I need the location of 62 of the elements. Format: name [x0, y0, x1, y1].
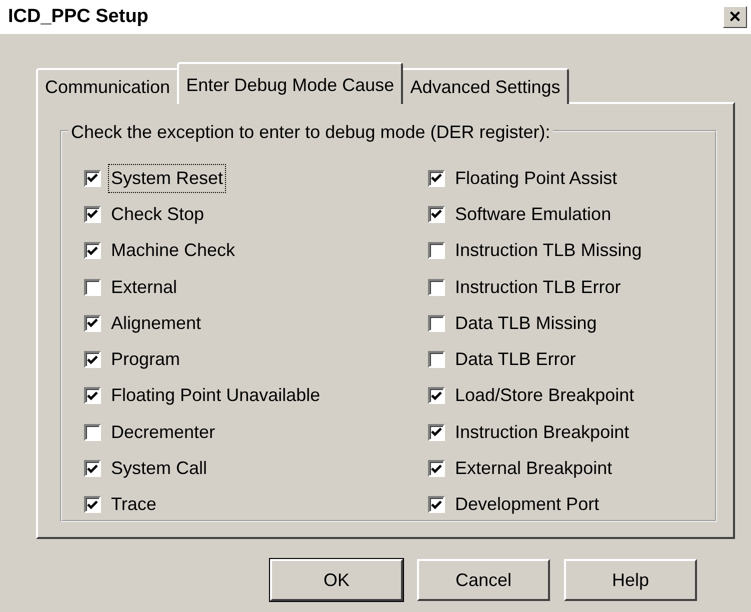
checkbox-label[interactable]: External	[109, 274, 180, 301]
tab[interactable]: Communication	[36, 68, 180, 104]
tab[interactable]: Enter Debug Mode Cause	[177, 62, 404, 104]
help-button[interactable]: Help	[564, 559, 697, 601]
checkbox[interactable]	[428, 387, 445, 404]
checkbox-label[interactable]: Machine Check	[109, 237, 238, 264]
checkbox[interactable]	[84, 351, 101, 368]
checkbox[interactable]	[428, 496, 445, 514]
checkbox[interactable]	[428, 460, 445, 478]
checkbox[interactable]	[84, 460, 101, 478]
check-mark-icon	[87, 173, 98, 184]
check-mark-icon	[431, 390, 442, 401]
checkbox[interactable]	[84, 314, 101, 332]
check-mark-icon	[431, 500, 442, 510]
window-title: ICD_PPC Setup	[8, 4, 148, 29]
checkbox[interactable]	[84, 424, 101, 441]
checkbox-label[interactable]: Instruction TLB Missing	[453, 237, 644, 264]
checkbox[interactable]	[84, 242, 101, 260]
checkbox-label[interactable]: External Breakpoint	[453, 455, 614, 482]
check-mark-icon	[87, 500, 98, 510]
checkbox[interactable]	[84, 206, 101, 223]
checkbox[interactable]	[428, 278, 445, 296]
checkbox[interactable]	[428, 424, 445, 441]
close-button[interactable]: ×	[723, 6, 747, 28]
checkbox-label[interactable]: Alignement	[109, 310, 204, 337]
checkbox-label[interactable]: Program	[109, 346, 182, 374]
checkbox[interactable]	[84, 170, 101, 187]
check-mark-icon	[87, 246, 98, 256]
checkbox-label[interactable]: Check Stop	[109, 200, 206, 228]
checkbox-label[interactable]: Floating Point Assist	[453, 164, 620, 192]
checkbox-label[interactable]: Load/Store Breakpoint	[453, 382, 636, 410]
check-mark-icon	[431, 464, 442, 474]
checkbox-label[interactable]: System Call	[109, 455, 210, 482]
check-mark-icon	[87, 464, 98, 474]
checkbox[interactable]	[84, 496, 101, 514]
checkbox[interactable]	[84, 278, 101, 296]
check-mark-icon	[431, 427, 442, 438]
checkbox[interactable]	[428, 206, 445, 223]
checkbox[interactable]	[428, 170, 445, 187]
checkbox[interactable]	[428, 351, 445, 368]
checkbox-label[interactable]: Trace	[109, 491, 158, 518]
checkbox-label[interactable]: Data TLB Missing	[453, 310, 599, 337]
cancel-button[interactable]: Cancel	[417, 559, 550, 601]
check-mark-icon	[431, 173, 442, 184]
tab[interactable]: Advanced Settings	[401, 68, 570, 104]
checkbox-label[interactable]: Development Port	[453, 491, 602, 518]
checkbox-label[interactable]: Decrementer	[109, 418, 218, 446]
check-mark-icon	[87, 209, 98, 220]
checkbox-label[interactable]: Instruction TLB Error	[453, 274, 623, 301]
check-mark-icon	[87, 390, 98, 401]
checkbox[interactable]	[428, 314, 445, 332]
check-mark-icon	[431, 209, 442, 220]
checkbox-label[interactable]: Software Emulation	[453, 200, 614, 228]
checkbox-label[interactable]: Data TLB Error	[453, 346, 578, 374]
checkbox-label[interactable]: System Reset	[109, 164, 226, 192]
ok-button[interactable]: OK	[270, 559, 403, 601]
check-mark-icon	[87, 318, 98, 328]
checkbox[interactable]	[84, 387, 101, 404]
check-mark-icon	[87, 354, 98, 365]
checkbox-label[interactable]: Instruction Breakpoint	[453, 418, 632, 446]
checkbox[interactable]	[428, 242, 445, 260]
checkbox-label[interactable]: Floating Point Unavailable	[109, 382, 322, 410]
